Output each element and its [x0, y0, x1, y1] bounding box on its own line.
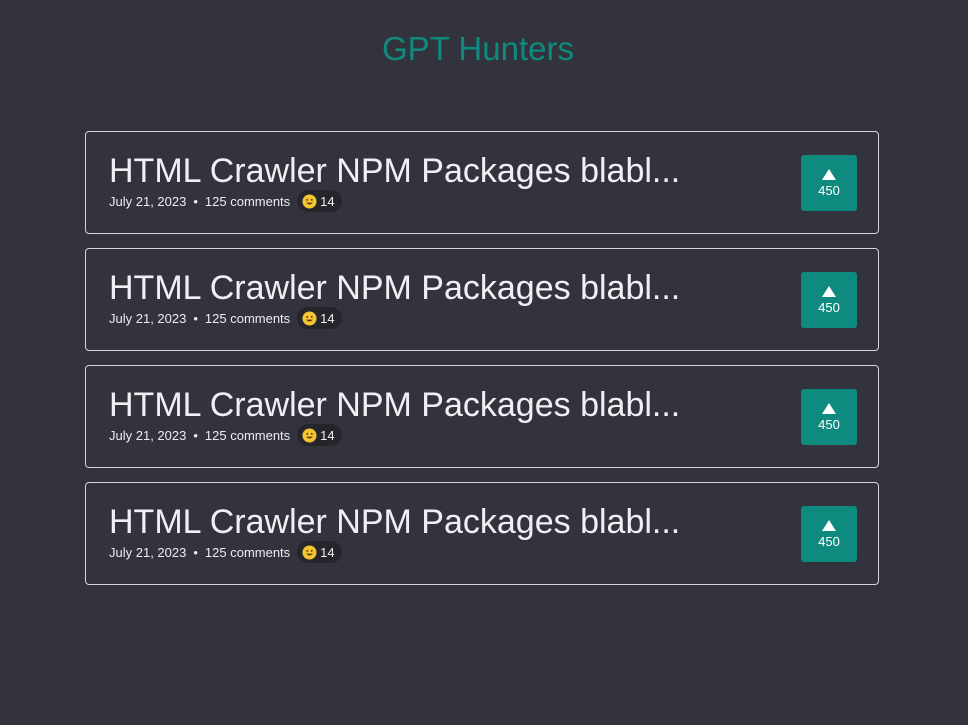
upvote-triangle-icon — [822, 285, 836, 297]
post-card[interactable]: HTML Crawler NPM Packages blabl... July … — [85, 365, 879, 468]
reaction-badge[interactable]: 14 — [297, 190, 342, 212]
upvote-button[interactable]: 450 — [801, 506, 857, 562]
post-date: July 21, 2023 — [109, 193, 187, 209]
comments-link[interactable]: 125 comments — [205, 545, 290, 560]
upvote-triangle-icon — [822, 519, 836, 531]
vote-count: 450 — [818, 416, 840, 432]
post-title[interactable]: HTML Crawler NPM Packages blabl... — [109, 151, 749, 191]
upvote-triangle-icon — [822, 402, 836, 414]
upvote-button[interactable]: 450 — [801, 389, 857, 445]
smiley-emoji-icon — [302, 310, 317, 326]
post-meta: July 21, 2023 • 125 comments 14 — [109, 541, 342, 563]
meta-separator: • — [193, 544, 198, 560]
post-card[interactable]: HTML Crawler NPM Packages blabl... July … — [85, 482, 879, 585]
post-list: HTML Crawler NPM Packages blabl... July … — [85, 131, 879, 599]
comments-link[interactable]: 125 comments — [205, 311, 290, 326]
upvote-triangle-icon — [822, 168, 836, 180]
post-meta: July 21, 2023 • 125 comments 14 — [109, 307, 342, 329]
post-title[interactable]: HTML Crawler NPM Packages blabl... — [109, 385, 749, 425]
vote-count: 450 — [818, 299, 840, 315]
post-title[interactable]: HTML Crawler NPM Packages blabl... — [109, 268, 749, 308]
vote-count: 450 — [818, 533, 840, 549]
meta-separator: • — [193, 427, 198, 443]
post-meta: July 21, 2023 • 125 comments 14 — [109, 190, 342, 212]
upvote-button[interactable]: 450 — [801, 272, 857, 328]
reaction-badge[interactable]: 14 — [297, 307, 342, 329]
meta-separator: • — [193, 193, 198, 209]
meta-separator: • — [193, 310, 198, 326]
reaction-badge[interactable]: 14 — [297, 424, 342, 446]
smiley-emoji-icon — [302, 193, 317, 209]
vote-count: 450 — [818, 182, 840, 198]
post-date: July 21, 2023 — [109, 544, 187, 560]
post-title[interactable]: HTML Crawler NPM Packages blabl... — [109, 502, 749, 542]
comments-link[interactable]: 125 comments — [205, 428, 290, 443]
post-card[interactable]: HTML Crawler NPM Packages blabl... July … — [85, 248, 879, 351]
upvote-button[interactable]: 450 — [801, 155, 857, 211]
page-title: GPT Hunters — [382, 30, 574, 67]
comments-link[interactable]: 125 comments — [205, 194, 290, 209]
reaction-count: 14 — [320, 427, 335, 443]
reaction-count: 14 — [320, 310, 335, 326]
post-date: July 21, 2023 — [109, 427, 187, 443]
reaction-count: 14 — [320, 544, 335, 560]
post-meta: July 21, 2023 • 125 comments 14 — [109, 424, 342, 446]
reaction-count: 14 — [320, 193, 335, 209]
post-card[interactable]: HTML Crawler NPM Packages blabl... July … — [85, 131, 879, 234]
post-date: July 21, 2023 — [109, 310, 187, 326]
smiley-emoji-icon — [302, 544, 317, 560]
smiley-emoji-icon — [302, 427, 317, 443]
reaction-badge[interactable]: 14 — [297, 541, 342, 563]
